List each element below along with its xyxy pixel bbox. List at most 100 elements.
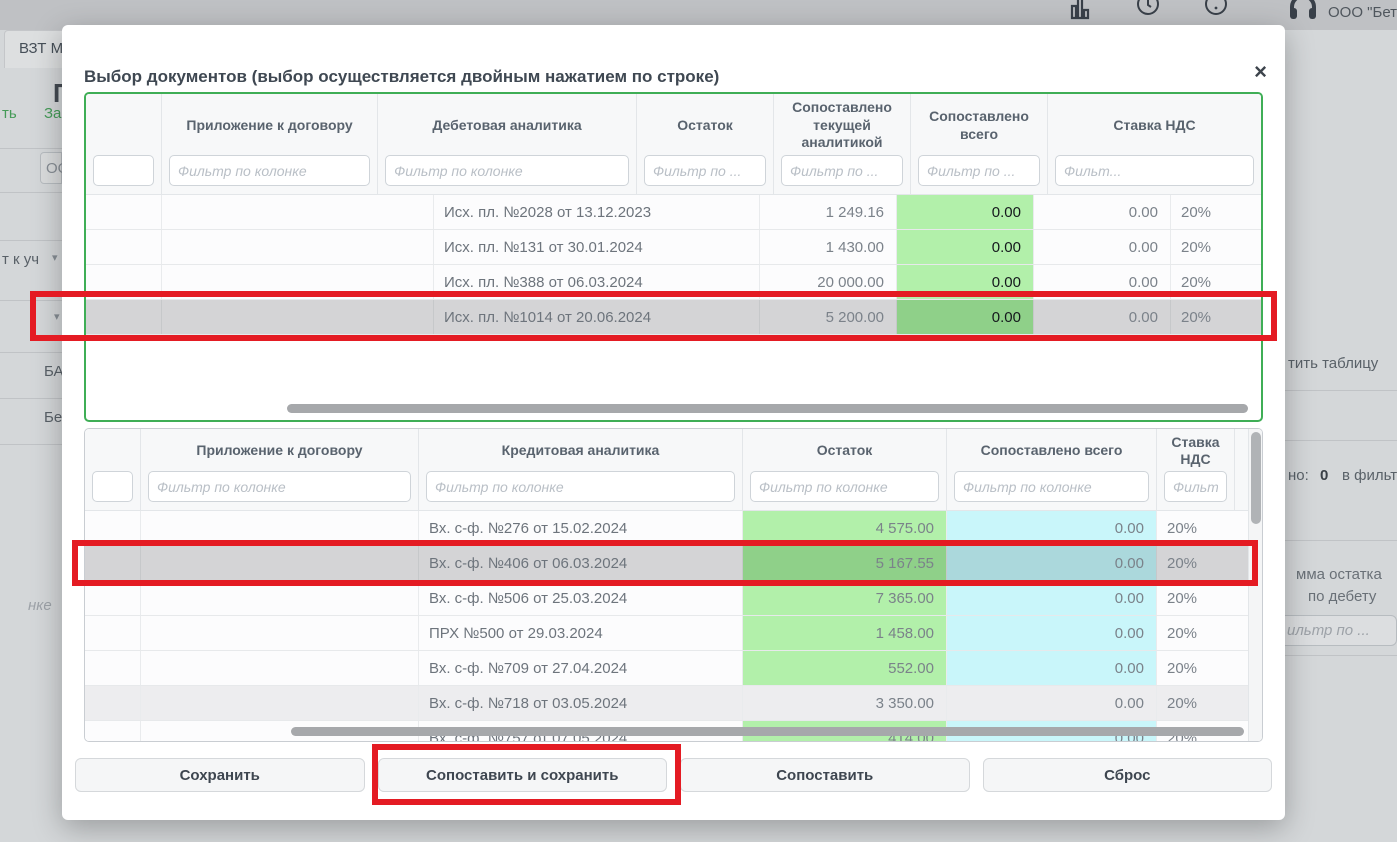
column-header-label: Остаток <box>743 429 946 469</box>
cell-marker <box>85 581 141 615</box>
cell-balance: 1 249.16 <box>760 195 897 229</box>
cell-credit-analytics: ПРХ №500 от 29.03.2024 <box>419 616 743 650</box>
cell-debit-analytics: Исх. пл. №131 от 30.01.2024 <box>434 230 760 264</box>
cell-vat-rate: 20% <box>1157 616 1235 650</box>
column-header-cell: Ставка НДС <box>1048 94 1261 194</box>
cell-balance: 552.00 <box>743 651 947 685</box>
filter-input[interactable] <box>169 155 370 186</box>
cell-attachment <box>162 195 434 229</box>
cell-vat-rate: 20% <box>1157 546 1235 580</box>
debit-documents-table: Приложение к договоруДебетовая аналитика… <box>84 92 1263 422</box>
scrollbar-spacer <box>1235 429 1249 510</box>
match-and-save-button[interactable]: Сопоставить и сохранить <box>378 758 668 792</box>
cell-marker <box>85 686 141 720</box>
credit-row[interactable]: Вх. с-ф. №506 от 25.03.20247 365.000.002… <box>85 581 1262 616</box>
column-header-label: Кредитовая аналитика <box>419 429 742 469</box>
filter-input[interactable] <box>426 471 735 502</box>
reset-button[interactable]: Сброс <box>983 758 1273 792</box>
horizontal-scrollbar-thumb[interactable] <box>291 727 1244 736</box>
vertical-scrollbar-thumb[interactable] <box>1251 432 1261 524</box>
close-icon[interactable]: × <box>1254 61 1267 83</box>
column-header-cell <box>85 429 141 510</box>
column-header-label: Сопоставлено всего <box>947 429 1156 469</box>
cell-balance: 3 350.00 <box>743 686 947 720</box>
cell-attachment <box>162 230 434 264</box>
cell-matched-total: 0.00 <box>947 651 1157 685</box>
filter-input[interactable] <box>954 471 1149 502</box>
cell-vat-rate: 20% <box>1157 686 1235 720</box>
cell-balance: 20 000.00 <box>760 265 897 299</box>
cell-attachment <box>162 300 434 334</box>
credit-row[interactable]: ПРХ №500 от 29.03.20241 458.000.0020% <box>85 616 1262 651</box>
cell-vat-rate: 20% <box>1171 265 1261 299</box>
cell-matched-current: 0.00 <box>897 265 1034 299</box>
cell-attachment <box>141 616 419 650</box>
column-header-label: Приложение к договору <box>141 429 418 469</box>
column-header-cell <box>86 94 162 194</box>
save-button[interactable]: Сохранить <box>75 758 365 792</box>
cell-vat-rate: 20% <box>1157 581 1235 615</box>
cell-matched-current: 0.00 <box>897 300 1034 334</box>
horizontal-scrollbar-thumb[interactable] <box>287 404 1248 413</box>
filter-input[interactable] <box>1164 471 1227 502</box>
filter-input[interactable] <box>93 155 154 186</box>
debit-row[interactable]: Исх. пл. №388 от 06.03.202420 000.000.00… <box>86 265 1261 300</box>
credit-row[interactable]: Вх. с-ф. №718 от 03.05.20243 350.000.002… <box>85 686 1262 721</box>
cell-balance: 1 458.00 <box>743 616 947 650</box>
cell-marker <box>85 546 141 580</box>
column-header-cell: Остаток <box>743 429 947 510</box>
cell-vat-rate: 20% <box>1171 230 1261 264</box>
cell-vat-rate: 20% <box>1157 511 1235 545</box>
column-header-cell: Дебетовая аналитика <box>378 94 637 194</box>
cell-attachment <box>141 651 419 685</box>
filter-input[interactable] <box>1055 155 1254 186</box>
filter-input[interactable] <box>92 471 133 502</box>
cell-matched-total: 0.00 <box>1034 300 1171 334</box>
credit-row[interactable]: Вх. с-ф. №709 от 27.04.2024552.000.0020% <box>85 651 1262 686</box>
column-header-cell: Сопоставлено текущей аналитикой <box>774 94 911 194</box>
column-header-label <box>85 429 140 469</box>
column-header-label: Сопоставлено текущей аналитикой <box>774 94 910 153</box>
cell-matched-current: 0.00 <box>897 230 1034 264</box>
cell-matched-total: 0.00 <box>1034 195 1171 229</box>
filter-input[interactable] <box>385 155 629 186</box>
cell-attachment <box>141 546 419 580</box>
cell-credit-analytics: Вх. с-ф. №709 от 27.04.2024 <box>419 651 743 685</box>
cell-marker <box>86 195 162 229</box>
cell-attachment <box>162 265 434 299</box>
cell-balance: 5 167.55 <box>743 546 947 580</box>
credit-row[interactable]: Вх. с-ф. №406 от 06.03.20245 167.550.002… <box>85 546 1262 581</box>
cell-credit-analytics: Вх. с-ф. №718 от 03.05.2024 <box>419 686 743 720</box>
column-header-cell: Сопоставлено всего <box>947 429 1157 510</box>
column-header-cell: Ставка НДС <box>1157 429 1235 510</box>
cell-marker <box>86 265 162 299</box>
cell-credit-analytics: Вх. с-ф. №506 от 25.03.2024 <box>419 581 743 615</box>
cell-balance: 7 365.00 <box>743 581 947 615</box>
match-button[interactable]: Сопоставить <box>680 758 970 792</box>
cell-matched-total: 0.00 <box>947 511 1157 545</box>
filter-input[interactable] <box>918 155 1040 186</box>
filter-input[interactable] <box>750 471 939 502</box>
cell-marker <box>85 651 141 685</box>
cell-matched-total: 0.00 <box>947 581 1157 615</box>
cell-balance: 5 200.00 <box>760 300 897 334</box>
filter-input[interactable] <box>644 155 766 186</box>
column-header-label: Сопоставлено всего <box>911 94 1047 153</box>
cell-vat-rate: 20% <box>1171 195 1261 229</box>
cell-marker <box>86 300 162 334</box>
cell-marker <box>85 721 141 742</box>
debit-row[interactable]: Исх. пл. №1014 от 20.06.20245 200.000.00… <box>86 300 1261 335</box>
cell-marker <box>86 230 162 264</box>
cell-attachment <box>141 511 419 545</box>
column-header-cell: Сопоставлено всего <box>911 94 1048 194</box>
column-header-label: Ставка НДС <box>1048 94 1261 153</box>
vertical-scrollbar[interactable] <box>1248 429 1262 741</box>
cell-matched-total: 0.00 <box>947 616 1157 650</box>
credit-row[interactable]: Вх. с-ф. №276 от 15.02.20244 575.000.002… <box>85 511 1262 546</box>
filter-input[interactable] <box>781 155 903 186</box>
credit-documents-table: Приложение к договоруКредитовая аналитик… <box>84 428 1263 742</box>
debit-row[interactable]: Исх. пл. №2028 от 13.12.20231 249.160.00… <box>86 195 1261 230</box>
column-header-label: Приложение к договору <box>162 94 377 153</box>
debit-row[interactable]: Исх. пл. №131 от 30.01.20241 430.000.000… <box>86 230 1261 265</box>
filter-input[interactable] <box>148 471 411 502</box>
